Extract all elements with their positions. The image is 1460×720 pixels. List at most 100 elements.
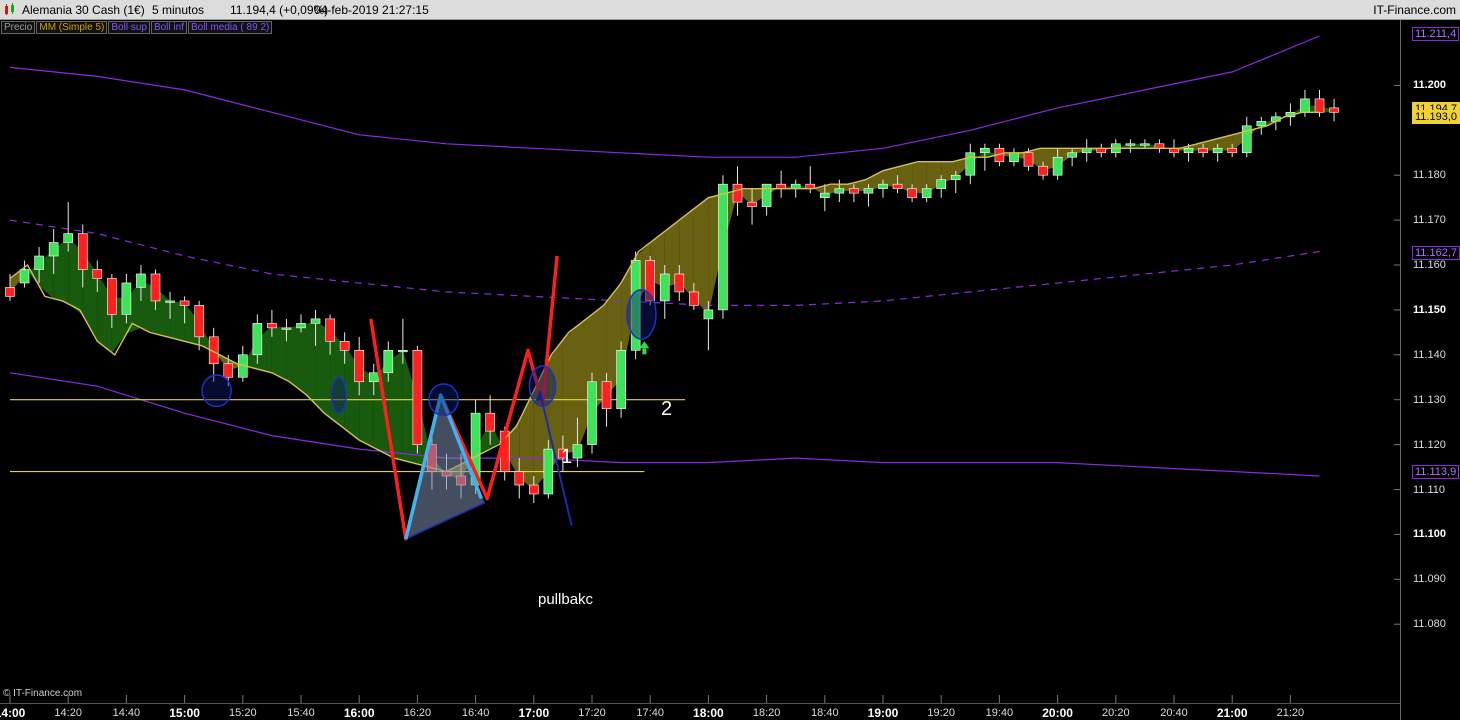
bullish-candle	[1009, 152, 1019, 163]
bearish-candle	[1038, 165, 1048, 176]
x-tick-label: 14:00	[0, 706, 26, 720]
x-tick-label: 16:00	[343, 706, 375, 720]
bearish-candle	[5, 287, 15, 297]
x-tick-label: 16:40	[461, 707, 490, 719]
bullish-candle	[310, 318, 321, 324]
bollinger-upper-line	[9, 35, 1320, 158]
x-tick-label: 18:00	[693, 706, 724, 720]
x-tick-label: 14:40	[112, 707, 141, 719]
bearish-candle	[601, 381, 612, 409]
x-tick-label: 19:00	[867, 706, 899, 720]
bullish-candle	[1183, 147, 1194, 154]
y-tick-label: 11.100	[1413, 528, 1447, 541]
price-tag: 11.113,9	[1412, 464, 1460, 479]
bullish-candle	[1300, 98, 1310, 113]
x-tick-label: 21:00	[1216, 706, 1248, 720]
ma-fill-segment	[271, 325, 287, 381]
bullish-candle	[19, 269, 30, 284]
bearish-candle	[747, 201, 757, 207]
bearish-candle	[77, 233, 88, 270]
label-two: 2	[661, 398, 673, 420]
ma-fill-areas	[10, 105, 1334, 490]
bullish-candle	[819, 192, 830, 198]
x-tick-label: 17:20	[578, 707, 606, 719]
bullish-candle	[1256, 121, 1267, 127]
x-tick-label: 14:20	[54, 707, 82, 719]
bullish-candle	[34, 255, 44, 270]
bearish-candle	[92, 269, 103, 279]
green-arrow-stem	[642, 348, 647, 355]
ma-fill-segment	[170, 300, 185, 342]
bearish-candle	[732, 183, 743, 203]
bullish-candle	[296, 323, 306, 329]
x-tick-label: 16:20	[403, 707, 432, 719]
candles	[5, 89, 1339, 503]
bullish-candle	[1125, 143, 1136, 146]
ma-fill-segment	[562, 325, 578, 454]
datetime-label: 04-feb-2019 21:27:15	[314, 3, 429, 17]
bullish-candle	[1067, 152, 1077, 158]
watermark: © IT-Finance.com	[3, 688, 83, 699]
highlight-ellipse	[201, 374, 232, 408]
bearish-candle	[528, 484, 539, 495]
bearish-candle	[194, 305, 204, 338]
x-tick-label: 15:40	[287, 707, 315, 719]
bullish-candle	[834, 188, 845, 194]
symbol-title: Alemania 30 Cash (1€)	[22, 3, 145, 17]
bearish-candle	[1198, 147, 1208, 154]
x-tick-label: 15:20	[229, 707, 257, 719]
bearish-candle	[412, 350, 423, 445]
y-tick-label: 11.160	[1413, 259, 1446, 271]
bullish-candle	[703, 309, 714, 320]
bullish-candle	[659, 273, 670, 302]
x-tick-label: 19:40	[985, 707, 1014, 719]
bearish-candle	[339, 341, 350, 351]
y-tick-label: 11.120	[1413, 438, 1446, 451]
bearish-candle	[150, 273, 161, 302]
bearish-candle	[223, 363, 234, 378]
y-tick-label: 11.170	[1413, 214, 1446, 227]
y-tick-label: 11.090	[1413, 573, 1446, 586]
bearish-candle	[1329, 107, 1339, 113]
bullish-candle	[863, 188, 874, 194]
label-one: 1	[561, 446, 573, 468]
bullish-candle	[48, 242, 59, 257]
y-tick-label: 11.220	[1413, 0, 1446, 2]
x-tick-label: 20:40	[1160, 707, 1188, 719]
bullish-candle	[965, 152, 976, 176]
bearish-candle	[179, 300, 190, 306]
legend-item[interactable]: Boll inf	[150, 21, 187, 34]
gridlines	[9, 84, 1400, 703]
x-tick-label: 17:40	[636, 707, 664, 719]
green-up-arrow-icon	[639, 341, 650, 349]
bearish-candle	[1154, 143, 1165, 149]
x-tick-label: 17:00	[518, 706, 550, 720]
x-tick-label: 18:20	[752, 707, 781, 719]
candlestick-logo-icon	[5, 3, 14, 15]
highlight-ellipse	[626, 288, 657, 340]
x-tick-label: 18:40	[811, 707, 839, 719]
bullish-candle	[790, 183, 801, 189]
timeframe-label: 5 minutos	[152, 3, 205, 17]
y-tick-label: 11.110	[1413, 483, 1446, 496]
bullish-candle	[936, 179, 947, 189]
legend-item[interactable]: Precio	[1, 21, 36, 34]
bullish-candle	[398, 350, 408, 353]
bullish-candle	[252, 323, 263, 356]
bearish-candle	[1023, 152, 1034, 167]
y-tick-label: 11.080	[1413, 618, 1446, 631]
y-tick-label: 11.150	[1413, 303, 1447, 316]
bullish-candle	[587, 381, 597, 445]
bearish-candle	[907, 188, 917, 198]
bullish-candle	[616, 350, 626, 409]
bullish-candle	[572, 444, 583, 459]
legend-item[interactable]: Boll sup	[108, 21, 150, 34]
price-tag: 11.211,4	[1412, 27, 1460, 42]
legend-item[interactable]: MM (Simple 5)	[36, 21, 108, 34]
bullish-candle	[718, 183, 728, 311]
highlight-ellipse	[330, 376, 347, 414]
legend-item[interactable]: Boll media ( 89 2)	[187, 21, 273, 34]
bearish-candle	[674, 273, 685, 293]
x-tick-label: 21:20	[1276, 707, 1305, 719]
highlight-ellipse	[528, 365, 557, 408]
